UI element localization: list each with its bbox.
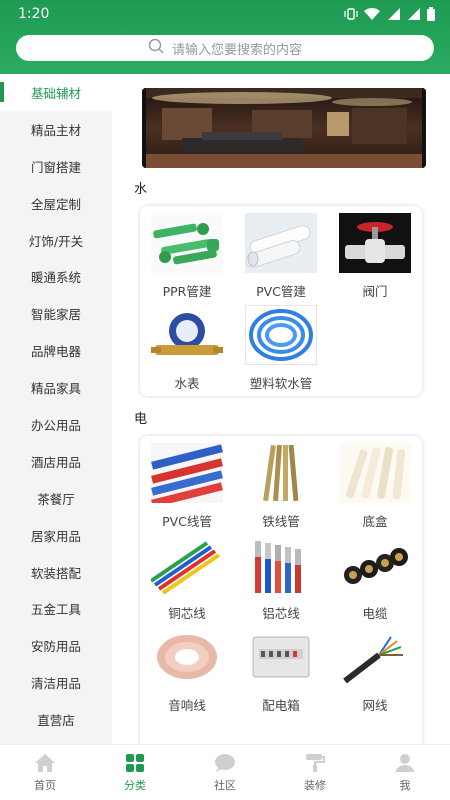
product-label: 配电箱 bbox=[262, 698, 300, 713]
community-icon bbox=[215, 753, 235, 772]
sidebar-item-hotel-supplies[interactable]: 酒店用品 bbox=[0, 443, 112, 480]
bottom-nav: 首页 分类 社区 装修 我 bbox=[0, 744, 450, 800]
battery-icon bbox=[426, 7, 436, 21]
sidebar-item-hvac[interactable]: 暖通系统 bbox=[0, 258, 112, 295]
product-label: 网线 bbox=[362, 698, 388, 713]
category-sidebar: 基础辅材 精品主材 门窗搭建 全屋定制 灯饰/开关 暖通系统 智能家居 品牌电器… bbox=[0, 74, 112, 744]
product-label: 铜芯线 bbox=[168, 606, 206, 621]
pvc-pipe-image bbox=[245, 213, 317, 273]
sidebar-item-brand-appliances[interactable]: 品牌电器 bbox=[0, 332, 112, 369]
product-network-cable[interactable]: 网线 bbox=[328, 624, 422, 716]
profile-icon bbox=[396, 753, 414, 772]
section-title-water: 水 bbox=[134, 182, 148, 197]
electric-products-card: PVC线管 铁线管 底盒 铜芯线 铝芯线 电缆 音响线 配电箱 网线 bbox=[140, 436, 422, 744]
status-bar: 1:20 bbox=[0, 0, 450, 28]
sidebar-item-premium-materials[interactable]: 精品主材 bbox=[0, 111, 112, 148]
paint-roller-icon bbox=[306, 753, 325, 772]
sidebar-item-hardware-tools[interactable]: 五金工具 bbox=[0, 590, 112, 627]
blue-hose-image bbox=[245, 305, 317, 365]
product-plastic-hose[interactable]: 塑料软水管 bbox=[234, 302, 328, 394]
wifi-icon bbox=[364, 7, 380, 21]
category-content: 水 PPR管建 PVC管建 阀门 水表 塑料软水管 电 PVC线管 铁线管 底盒… bbox=[112, 74, 450, 744]
sidebar-item-soft-decor[interactable]: 软装搭配 bbox=[0, 554, 112, 591]
search-input[interactable]: 请输入您要搜索的内容 bbox=[16, 35, 434, 61]
product-label: 音响线 bbox=[168, 698, 206, 713]
signal-icon-2 bbox=[406, 7, 420, 21]
product-label: 铁线管 bbox=[262, 514, 300, 529]
product-iron-conduit[interactable]: 铁线管 bbox=[234, 440, 328, 532]
aluminum-wire-image bbox=[245, 535, 317, 595]
product-bottom-box[interactable]: 底盒 bbox=[328, 440, 422, 532]
sidebar-item-office-supplies[interactable]: 办公用品 bbox=[0, 406, 112, 443]
pvc-conduit-image bbox=[151, 443, 223, 503]
product-label: PPR管建 bbox=[162, 284, 212, 299]
product-label: 底盒 bbox=[362, 514, 388, 529]
product-aluminum-wire[interactable]: 铝芯线 bbox=[234, 532, 328, 624]
nav-profile[interactable]: 我 bbox=[360, 745, 450, 800]
nav-community[interactable]: 社区 bbox=[180, 745, 270, 800]
status-icons bbox=[344, 7, 436, 21]
status-time: 1:20 bbox=[18, 6, 50, 22]
vibrate-icon bbox=[344, 7, 358, 21]
water-products-card: PPR管建 PVC管建 阀门 水表 塑料软水管 bbox=[140, 206, 422, 396]
sidebar-item-direct-store[interactable]: 直营店 bbox=[0, 701, 112, 738]
water-meter-image bbox=[151, 305, 223, 365]
bottom-box-image bbox=[339, 443, 411, 503]
sidebar-item-custom-furniture[interactable]: 全屋定制 bbox=[0, 185, 112, 222]
home-icon bbox=[35, 753, 55, 772]
product-label: 电缆 bbox=[362, 606, 388, 621]
sidebar-item-basic-materials[interactable]: 基础辅材 bbox=[0, 74, 112, 111]
sidebar-item-household[interactable]: 居家用品 bbox=[0, 517, 112, 554]
sidebar-item-lighting-switches[interactable]: 灯饰/开关 bbox=[0, 222, 112, 259]
signal-icon bbox=[386, 7, 400, 21]
header: 1:20 请输入您要搜索的内容 bbox=[0, 0, 450, 74]
product-copper-wire[interactable]: 铜芯线 bbox=[140, 532, 234, 624]
product-label: 塑料软水管 bbox=[249, 376, 313, 391]
product-label: PVC管建 bbox=[256, 284, 306, 299]
speaker-wire-image bbox=[151, 627, 223, 687]
copper-wire-image bbox=[151, 535, 223, 595]
sidebar-item-doors-windows[interactable]: 门窗搭建 bbox=[0, 148, 112, 185]
product-pvc-conduit[interactable]: PVC线管 bbox=[140, 440, 234, 532]
product-label: 阀门 bbox=[362, 284, 388, 299]
network-cable-image bbox=[339, 627, 411, 687]
sidebar-item-smart-home[interactable]: 智能家居 bbox=[0, 295, 112, 332]
product-label: 铝芯线 bbox=[262, 606, 300, 621]
banner-image[interactable] bbox=[142, 88, 426, 168]
category-icon bbox=[126, 753, 144, 772]
ppr-pipe-image bbox=[151, 213, 223, 273]
product-water-meter[interactable]: 水表 bbox=[140, 302, 234, 394]
product-ppr-pipe[interactable]: PPR管建 bbox=[140, 210, 234, 302]
sidebar-item-cleaning[interactable]: 清洁用品 bbox=[0, 664, 112, 701]
product-cable[interactable]: 电缆 bbox=[328, 532, 422, 624]
product-distribution-box[interactable]: 配电箱 bbox=[234, 624, 328, 716]
iron-conduit-image bbox=[245, 443, 317, 503]
cable-image bbox=[339, 535, 411, 595]
product-speaker-wire[interactable]: 音响线 bbox=[140, 624, 234, 716]
product-valve[interactable]: 阀门 bbox=[328, 210, 422, 302]
sidebar-item-tea-restaurant[interactable]: 茶餐厅 bbox=[0, 480, 112, 517]
nav-home[interactable]: 首页 bbox=[0, 745, 90, 800]
sidebar-item-security[interactable]: 安防用品 bbox=[0, 627, 112, 664]
nav-category[interactable]: 分类 bbox=[90, 745, 180, 800]
product-label: PVC线管 bbox=[162, 514, 212, 529]
product-label: 水表 bbox=[174, 376, 200, 391]
search-placeholder: 请输入您要搜索的内容 bbox=[171, 42, 302, 58]
search-icon bbox=[148, 38, 164, 58]
sidebar-item-furniture[interactable]: 精品家具 bbox=[0, 369, 112, 406]
distribution-box-image bbox=[245, 627, 317, 687]
product-pvc-pipe[interactable]: PVC管建 bbox=[234, 210, 328, 302]
nav-renovation[interactable]: 装修 bbox=[270, 745, 360, 800]
valve-image bbox=[339, 213, 411, 273]
section-title-electric: 电 bbox=[134, 412, 148, 427]
